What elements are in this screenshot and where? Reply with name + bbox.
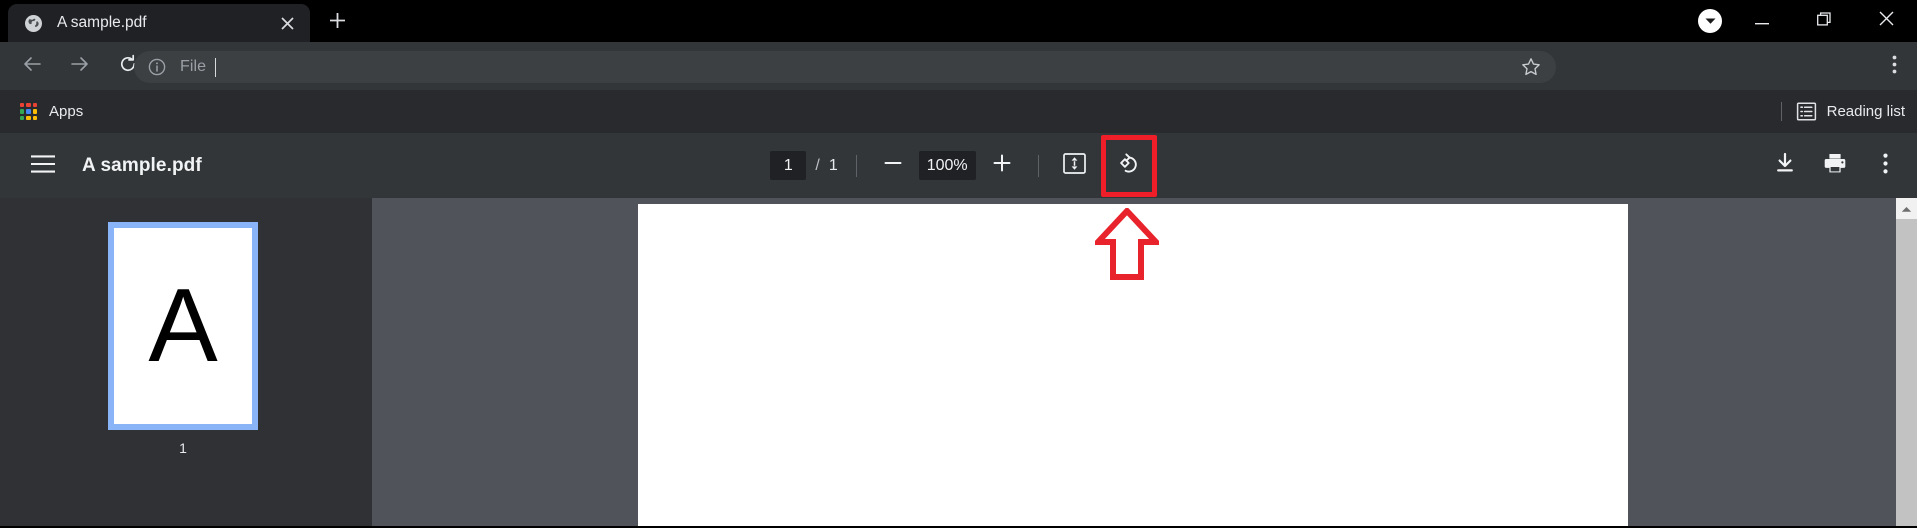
scrollbar-up-button[interactable] <box>1896 198 1917 219</box>
minus-icon <box>883 153 903 178</box>
toolbar-divider <box>1037 154 1039 177</box>
zoom-out-button[interactable] <box>875 148 911 184</box>
apps-grid-icon <box>20 103 37 120</box>
tab-close-icon[interactable] <box>274 10 300 36</box>
browser-tab[interactable]: A sample.pdf <box>8 4 310 42</box>
info-circle-icon[interactable] <box>146 56 168 78</box>
arrow-right-icon <box>70 54 90 79</box>
reading-list-icon <box>1796 101 1817 122</box>
minimize-icon <box>1755 12 1769 30</box>
rotate-counterclockwise-button[interactable] <box>1100 134 1157 197</box>
vertical-scrollbar[interactable] <box>1896 198 1917 528</box>
bookmark-star-icon[interactable] <box>1516 52 1546 82</box>
tab-title: A sample.pdf <box>57 14 147 31</box>
pdf-more-options-button[interactable] <box>1867 148 1903 184</box>
pdf-toolbar-right-controls <box>1767 133 1903 198</box>
reading-list-button[interactable]: Reading list <box>1780 90 1905 133</box>
pdf-toolbar-center-controls: / 1 100% <box>0 133 1917 198</box>
pdf-viewer-toolbar: A sample.pdf / 1 100% <box>0 133 1917 198</box>
browser-window: A sample.pdf File Apps Reading list A sa… <box>0 0 1917 528</box>
browser-toolbar: File <box>0 42 1917 90</box>
kebab-menu-icon <box>1882 153 1888 179</box>
plus-icon <box>992 153 1012 178</box>
bookmark-item-apps[interactable]: Apps <box>12 99 91 124</box>
fit-to-page-icon <box>1063 152 1086 179</box>
bookmark-item-apps-label: Apps <box>49 103 84 120</box>
text-caret <box>215 57 217 77</box>
window-controls <box>1689 0 1917 42</box>
globe-icon <box>24 14 43 33</box>
plus-icon <box>329 12 346 34</box>
kebab-menu-icon <box>1892 55 1897 79</box>
caret-up-icon <box>1901 200 1912 218</box>
forward-button[interactable] <box>60 46 100 86</box>
print-button[interactable] <box>1817 148 1853 184</box>
new-tab-button[interactable] <box>320 7 354 39</box>
address-bar-text[interactable]: File <box>180 57 1516 77</box>
zoom-in-button[interactable] <box>984 148 1020 184</box>
reading-list-label: Reading list <box>1826 103 1905 120</box>
pdf-viewer-body: A 1 <box>0 198 1917 528</box>
thumbnail-item[interactable]: A 1 <box>108 222 258 456</box>
restore-button[interactable] <box>1793 0 1855 42</box>
page-separator: / <box>815 156 820 174</box>
back-button[interactable] <box>12 46 52 86</box>
browser-menu-button[interactable] <box>1877 50 1911 84</box>
thumbnail-preview[interactable]: A <box>108 222 258 430</box>
thumbnail-page-number: 1 <box>179 440 187 456</box>
download-icon <box>1774 152 1796 179</box>
toolbar-divider <box>855 154 857 177</box>
zoom-level-value[interactable]: 100% <box>918 151 976 180</box>
print-icon <box>1823 152 1847 179</box>
arrow-left-icon <box>22 54 42 79</box>
address-bar-value: File <box>180 58 207 75</box>
tab-strip: A sample.pdf <box>0 0 1917 42</box>
download-button[interactable] <box>1767 148 1803 184</box>
bookmarks-bar: Apps Reading list <box>0 90 1917 133</box>
toolbar-divider <box>1780 102 1782 121</box>
pdf-page-canvas[interactable] <box>638 204 1628 528</box>
profile-avatar[interactable] <box>1689 0 1731 42</box>
fit-to-page-button[interactable] <box>1057 148 1093 184</box>
scrollbar-thumb[interactable] <box>1896 219 1917 528</box>
minimize-button[interactable] <box>1731 0 1793 42</box>
caret-down-circle-icon <box>1698 9 1722 33</box>
page-number-input[interactable] <box>770 151 807 180</box>
close-icon <box>1879 11 1894 31</box>
rotate-counterclockwise-icon <box>1116 151 1142 180</box>
page-total-count: 1 <box>828 156 838 174</box>
close-button[interactable] <box>1855 0 1917 42</box>
address-bar[interactable]: File <box>134 51 1556 83</box>
pdf-thumbnail-sidebar: A 1 <box>0 198 372 528</box>
restore-icon <box>1817 11 1831 31</box>
